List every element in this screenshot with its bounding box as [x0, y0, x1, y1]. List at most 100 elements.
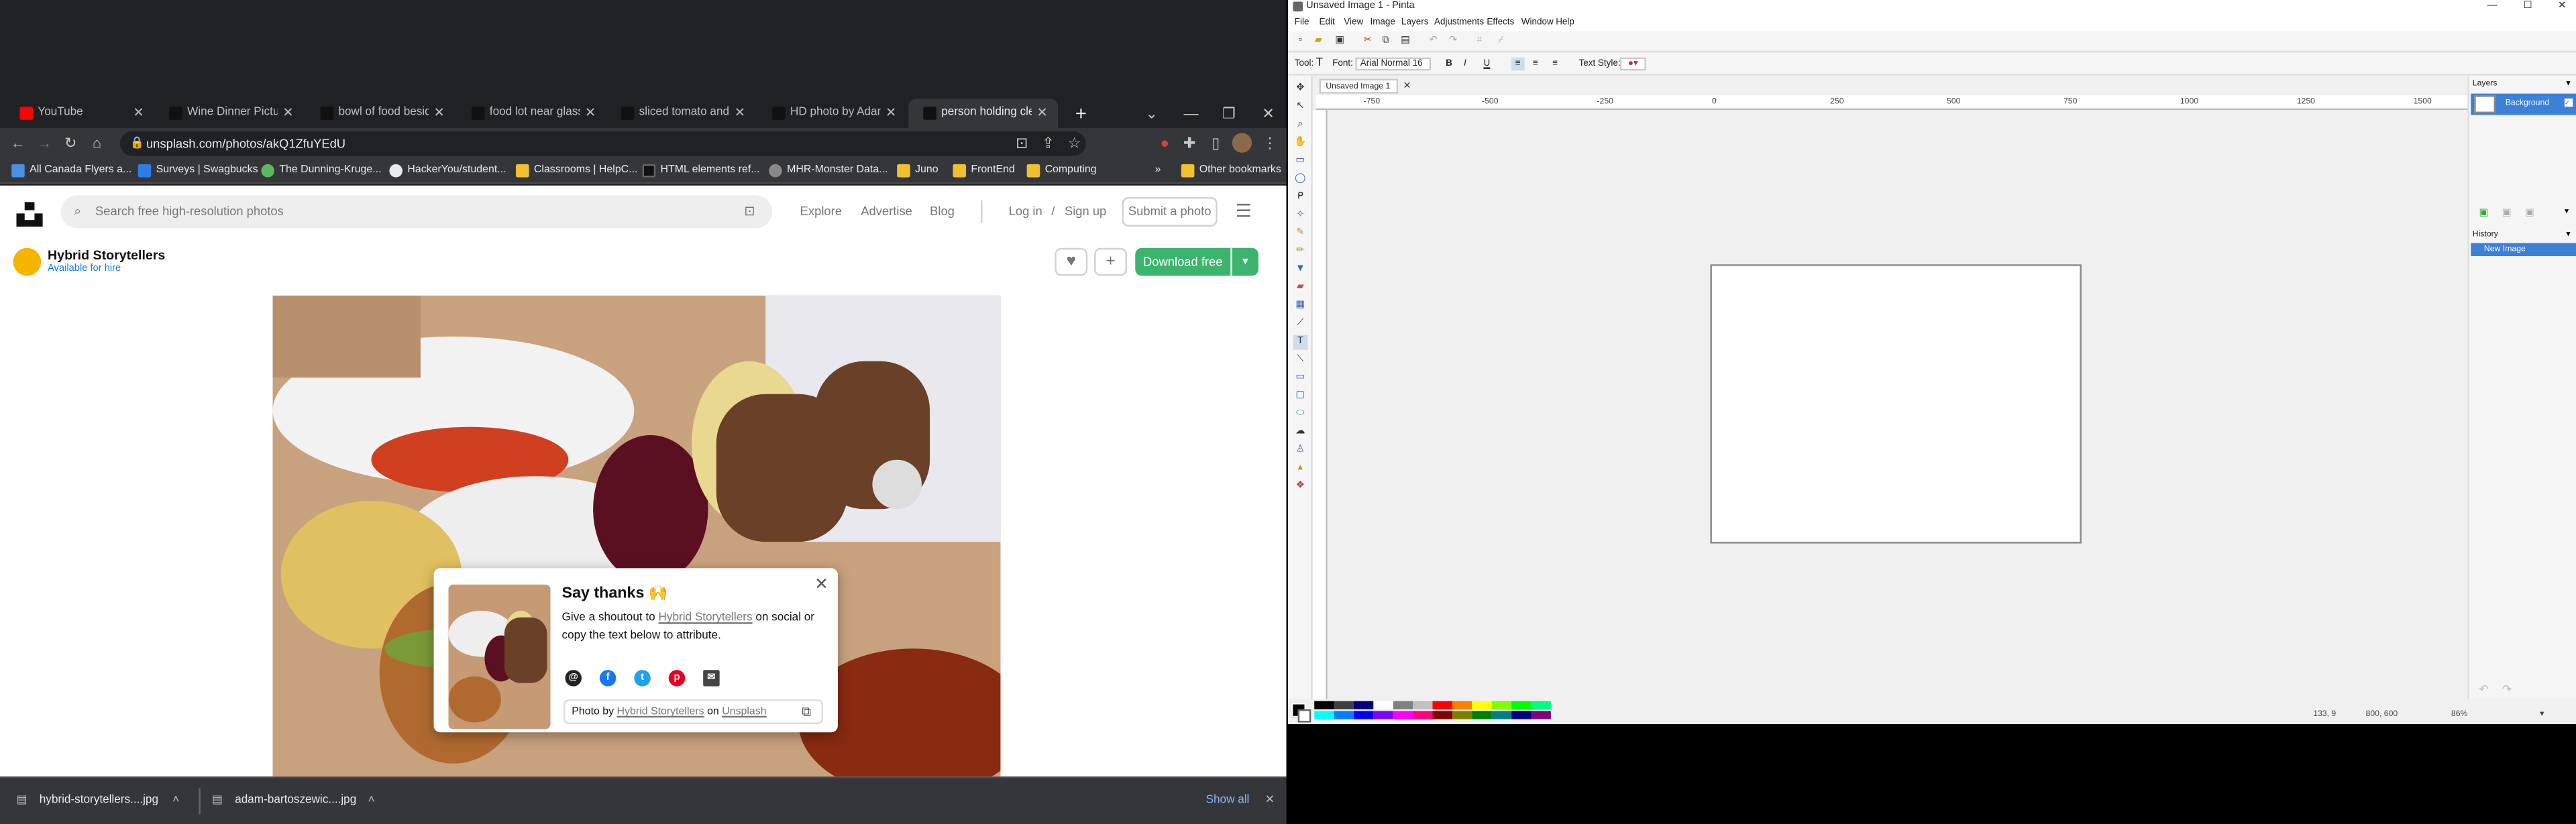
palette-swatch[interactable] [1452, 711, 1472, 719]
email-icon[interactable]: ✉ [703, 670, 720, 687]
clone-icon[interactable]: ❖ [1293, 479, 1307, 494]
underline-button[interactable]: U [1483, 52, 1490, 75]
close-icon[interactable]: ✕ [133, 99, 149, 128]
rectangle-icon[interactable]: ▭ [1293, 371, 1307, 386]
hamburger-menu-icon[interactable]: ☰ [1232, 200, 1255, 223]
close-icon[interactable]: ✕ [885, 99, 902, 128]
layer-row-background[interactable]: Background ✓ [2471, 93, 2576, 115]
crop-icon[interactable]: ⌗ [1472, 34, 1487, 49]
bookmark-item[interactable]: MHR-Monster Data... [769, 160, 888, 182]
layer-visible-checkbox[interactable]: ✓ [2564, 98, 2573, 107]
tab-bowl-of-food[interactable]: bowl of food beside ✕ [306, 99, 455, 128]
ellipse-icon[interactable]: ⬭ [1293, 407, 1307, 422]
menu-adjustments[interactable]: Adjustments [1434, 15, 1484, 31]
login-link[interactable]: Log in [1009, 197, 1042, 227]
restore-icon[interactable]: ❐ [1218, 102, 1240, 125]
search-input[interactable]: ⌕ Search free high-resolution photos ⊡ [60, 195, 773, 229]
secondary-color-swatch[interactable] [1297, 709, 1311, 723]
bookmark-item[interactable]: HTML elements ref... [642, 160, 760, 182]
document-tab[interactable]: Unsaved Image 1 [1319, 78, 1399, 94]
palette-swatch[interactable] [1432, 701, 1452, 709]
color-picker-icon[interactable]: ⟋ [1293, 317, 1307, 332]
visual-search-icon[interactable]: ⊡ [744, 195, 755, 228]
rounded-rectangle-icon[interactable]: ▢ [1293, 389, 1307, 404]
reload-icon[interactable]: ↻ [59, 131, 82, 154]
menu-help[interactable]: Help [1556, 15, 1574, 31]
bold-button[interactable]: B [1446, 52, 1452, 75]
maximize-icon[interactable]: ☐ [2524, 0, 2532, 15]
bookmark-item[interactable]: HackerYou/student... [389, 160, 506, 182]
zoom-level[interactable]: 86% [2451, 709, 2468, 719]
close-icon[interactable]: ✕ [434, 99, 450, 128]
tab-person-holding[interactable]: person holding clear ✕ [908, 98, 1059, 129]
font-selector[interactable]: Arial Normal 16 [1355, 57, 1432, 71]
new-tab-button[interactable]: + [1069, 102, 1092, 125]
palette-swatch[interactable] [1511, 711, 1532, 719]
save-icon[interactable]: ▣ [1332, 34, 1347, 49]
tab-wine-dinner[interactable]: Wine Dinner Pictures ✕ [154, 99, 304, 128]
recolor-icon[interactable]: ▴ [1293, 461, 1307, 476]
move-selected-icon[interactable]: ↖ [1293, 100, 1307, 115]
move-selection-icon[interactable]: ✥ [1293, 82, 1307, 97]
paintbrush-icon[interactable]: ✎ [1293, 227, 1307, 241]
paste-icon[interactable]: ▤ [1398, 34, 1413, 49]
palette-swatch[interactable] [1491, 701, 1512, 709]
chevron-up-icon[interactable]: ˄ [368, 785, 375, 818]
download-item[interactable]: ▤ adam-bartoszewic....jpg ˄ [212, 785, 384, 818]
pinterest-icon[interactable]: p [668, 670, 686, 687]
download-button[interactable]: Download free [1135, 247, 1231, 276]
close-window-icon[interactable]: ✕ [2558, 0, 2566, 15]
author-name[interactable]: Hybrid Storytellers [48, 248, 165, 263]
nav-advertise[interactable]: Advertise [861, 197, 912, 227]
close-icon[interactable]: ✕ [282, 99, 299, 128]
ellipse-select-icon[interactable]: ◯ [1293, 172, 1307, 187]
palette-swatch[interactable] [1472, 701, 1492, 709]
align-center-icon[interactable]: ≡ [1533, 52, 1538, 75]
clone-stamp-icon[interactable]: ♙ [1293, 443, 1307, 458]
duplicate-layer-icon[interactable]: ▣ [2502, 207, 2512, 219]
address-bar[interactable]: 🔒 unsplash.com/photos/akQ1ZfuYEdU ☆ ⇪ ⊡ [119, 131, 1086, 156]
menu-effects[interactable]: Effects [1487, 15, 1514, 31]
install-icon[interactable]: ⊡ [1010, 131, 1033, 154]
credit-site-link[interactable]: Unsplash [722, 706, 766, 717]
tab-sliced-tomato[interactable]: sliced tomato and cu ✕ [606, 99, 756, 128]
like-button[interactable]: ♥ [1055, 247, 1088, 276]
cut-icon[interactable]: ✂ [1360, 34, 1375, 49]
other-bookmarks[interactable]: Other bookmarks [1181, 160, 1281, 182]
close-icon[interactable]: ✕ [735, 99, 751, 128]
menu-image[interactable]: Image [1370, 15, 1395, 31]
redo-icon[interactable]: ↷ [1446, 34, 1460, 49]
menu-file[interactable]: File [1295, 15, 1309, 31]
palette-swatch[interactable] [1413, 711, 1433, 719]
forward-icon[interactable]: → [33, 131, 56, 154]
facebook-icon[interactable]: f [599, 670, 616, 687]
add-to-collection-button[interactable]: + [1094, 247, 1128, 276]
popup-close-icon[interactable]: ✕ [812, 577, 831, 596]
palette-swatches[interactable] [1314, 699, 1577, 724]
palette-swatch[interactable] [1353, 701, 1374, 709]
bookmark-folder[interactable]: Computing [1026, 160, 1097, 182]
history-row[interactable]: New Image [2471, 243, 2576, 257]
align-left-icon[interactable]: ≡ [1511, 57, 1525, 71]
twitter-icon[interactable]: t [634, 670, 651, 687]
palette-swatch[interactable] [1373, 711, 1393, 719]
zoom-icon[interactable]: ⌕ [1293, 118, 1307, 133]
bookmark-folder[interactable]: FrontEnd [953, 160, 1015, 182]
bookmark-item[interactable]: Surveys | Swagbucks [138, 160, 258, 182]
palette-swatch[interactable] [1472, 711, 1492, 719]
palette-swatch[interactable] [1314, 711, 1334, 719]
rectangle-select-icon[interactable]: ▭ [1293, 154, 1307, 169]
canvas-area[interactable] [1327, 110, 2468, 700]
palette-swatch[interactable] [1491, 711, 1512, 719]
open-file-icon[interactable]: ▰ [1311, 34, 1326, 49]
text-tool-icon[interactable]: T [1293, 335, 1308, 350]
paint-bucket-icon[interactable]: ▼ [1293, 263, 1307, 278]
author-block[interactable]: Hybrid Storytellers Available for hire [13, 247, 244, 281]
panel-collapse-icon[interactable]: ▾ [2566, 79, 2570, 89]
bookmark-item[interactable]: All Canada Flyers a... [11, 160, 131, 182]
show-all-downloads-link[interactable]: Show all [1206, 785, 1250, 818]
avatar[interactable] [13, 247, 42, 276]
palette-swatch[interactable] [1393, 711, 1413, 719]
history-redo-icon[interactable]: ↷ [2502, 683, 2512, 696]
lasso-icon[interactable]: ᑭ [1293, 190, 1307, 205]
